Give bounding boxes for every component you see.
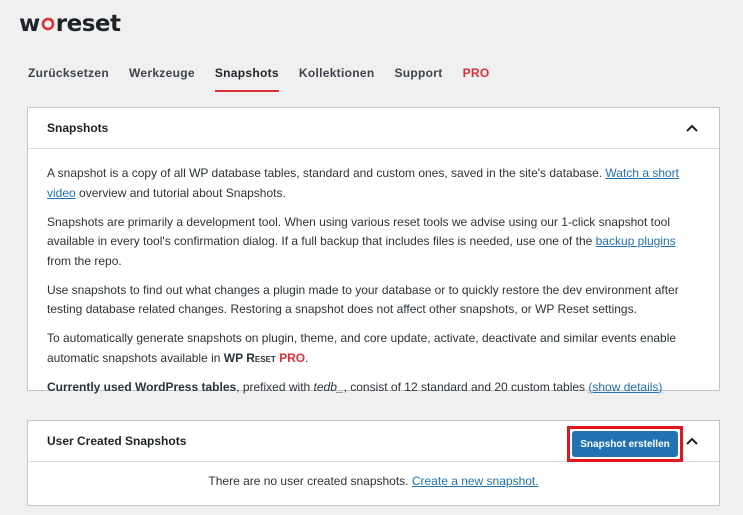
snapshots-card-header[interactable]: Snapshots (28, 108, 719, 149)
snapshots-card-title: Snapshots (47, 121, 109, 135)
logo-text-pre: w (19, 11, 40, 37)
chevron-up-icon[interactable] (685, 434, 699, 448)
logo-text-post: reset (55, 11, 121, 37)
empty-state-message: There are no user created snapshots. Cre… (208, 474, 539, 488)
snapshot-create-button-highlight: Snapshot erstellen (567, 426, 683, 462)
tab-werkzeuge[interactable]: Werkzeuge (129, 66, 195, 92)
main-tabs: Zurücksetzen Werkzeuge Snapshots Kollekt… (28, 66, 509, 92)
refresh-ring-icon (41, 17, 55, 31)
table-prefix: tedb_ (313, 379, 344, 394)
user-snapshots-card-header[interactable]: User Created Snapshots Snapshot erstelle… (28, 421, 719, 462)
tab-kollektionen[interactable]: Kollektionen (299, 66, 375, 92)
dev-tool-paragraph: Snapshots are primarily a development to… (47, 214, 676, 268)
pro-label: PRO (279, 350, 306, 365)
show-details-link[interactable]: (show details) (588, 380, 662, 394)
tab-pro[interactable]: PRO (463, 66, 490, 92)
tab-snapshots[interactable]: Snapshots (214, 66, 279, 92)
usage-paragraph: Use snapshots to find out what changes a… (47, 282, 679, 317)
snapshots-card-body: A snapshot is a copy of all WP database … (28, 149, 719, 397)
tables-paragraph: Currently used WordPress tables, prefixe… (47, 379, 663, 394)
backup-plugins-link[interactable]: backup plugins (596, 234, 676, 248)
wpreset-logo: w reset (19, 9, 121, 39)
create-snapshot-link[interactable]: Create a new snapshot. (412, 474, 539, 488)
tab-zuruecksetzen[interactable]: Zurücksetzen (28, 66, 109, 92)
wp-reset-brand: WP Reset (223, 350, 276, 365)
snapshots-card: Snapshots A snapshot is a copy of all WP… (27, 107, 720, 394)
user-snapshots-card-title: User Created Snapshots (47, 434, 187, 448)
snapshot-create-button[interactable]: Snapshot erstellen (572, 431, 678, 457)
user-snapshots-card: User Created Snapshots Snapshot erstelle… (27, 420, 720, 506)
tab-support[interactable]: Support (394, 66, 442, 92)
chevron-up-icon[interactable] (685, 121, 699, 135)
automatic-snapshots-paragraph: To automatically generate snapshots on p… (47, 331, 677, 365)
intro-paragraph: A snapshot is a copy of all WP database … (47, 166, 680, 200)
